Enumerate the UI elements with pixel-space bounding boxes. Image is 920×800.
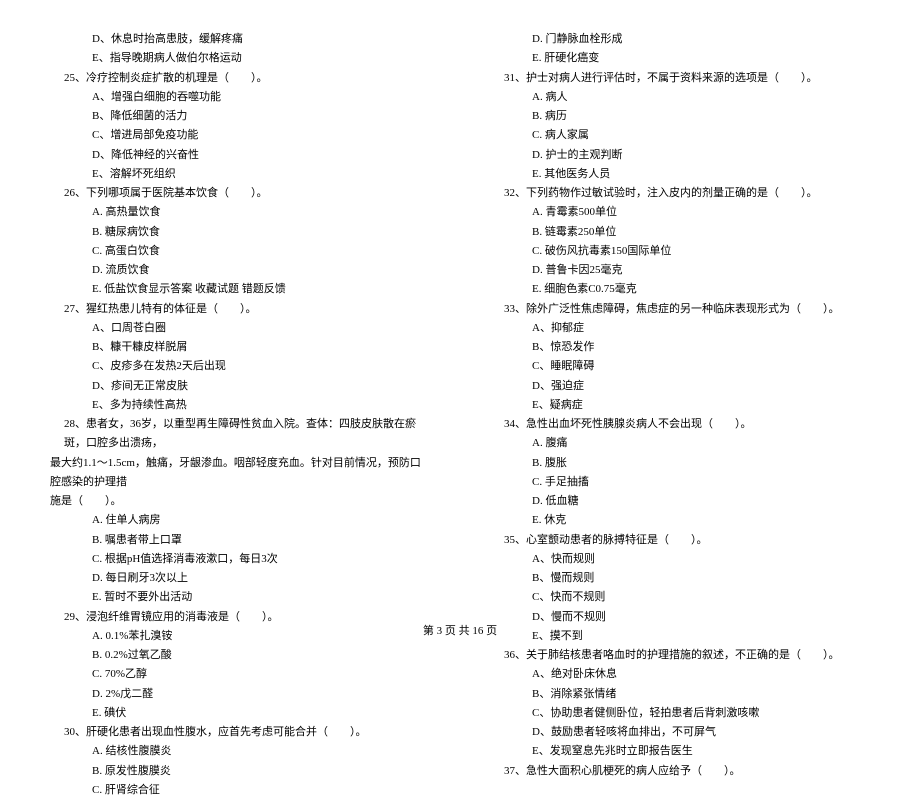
option-text: A、增强白细胞的吞噬功能 xyxy=(50,88,430,107)
option-text: C、增进局部免疫功能 xyxy=(50,126,430,145)
option-text: B. 腹胀 xyxy=(490,454,870,473)
option-text: D. 低血糖 xyxy=(490,492,870,511)
option-text: D. 2%戊二醛 xyxy=(50,685,430,704)
option-text: B、糠干糠皮样脱屑 xyxy=(50,338,430,357)
question-text: 34、急性出血坏死性胰腺炎病人不会出现（ ）。 xyxy=(490,415,870,434)
question-text: 36、关于肺结核患者咯血时的护理措施的叙述，不正确的是（ ）。 xyxy=(490,646,870,665)
option-text: E. 休克 xyxy=(490,511,870,530)
option-text: B、降低细菌的活力 xyxy=(50,107,430,126)
option-text: A. 结核性腹膜炎 xyxy=(50,742,430,761)
option-text: E. 其他医务人员 xyxy=(490,165,870,184)
option-text: E. 细胞色素C0.75毫克 xyxy=(490,280,870,299)
option-text: B. 病历 xyxy=(490,107,870,126)
option-text: B. 糖尿病饮食 xyxy=(50,223,430,242)
option-text: C、皮疹多在发热2天后出现 xyxy=(50,357,430,376)
question-text: 32、下列药物作过敏试验时，注入皮内的剂量正确的是（ ）。 xyxy=(490,184,870,203)
option-text: B. 链霉素250单位 xyxy=(490,223,870,242)
option-text: A. 腹痛 xyxy=(490,434,870,453)
right-column: D. 门静脉血栓形成 E. 肝硬化癌变 31、护士对病人进行评估时，不属于资料来… xyxy=(490,30,870,800)
question-text: 27、猩红热患儿特有的体征是（ ）。 xyxy=(50,300,430,319)
option-text: B. 原发性腹膜炎 xyxy=(50,762,430,781)
option-text: C. 手足抽搐 xyxy=(490,473,870,492)
question-text: 31、护士对病人进行评估时，不属于资料来源的选项是（ ）。 xyxy=(490,69,870,88)
option-text: A. 高热量饮食 xyxy=(50,203,430,222)
option-text: B、惊恐发作 xyxy=(490,338,870,357)
option-text: A. 住单人病房 xyxy=(50,511,430,530)
option-text: D. 护士的主观判断 xyxy=(490,146,870,165)
option-text: E、多为持续性高热 xyxy=(50,396,430,415)
option-text: E. 肝硬化癌变 xyxy=(490,49,870,68)
option-text: C. 70%乙醇 xyxy=(50,665,430,684)
option-text: B、消除紧张情绪 xyxy=(490,685,870,704)
question-text: 28、患者女，36岁，以重型再生障碍性贫血入院。查体：四肢皮肤散在瘀斑，口腔多出… xyxy=(50,415,430,454)
option-text: A、抑郁症 xyxy=(490,319,870,338)
option-text: E、溶解坏死组织 xyxy=(50,165,430,184)
option-text: D、休息时抬高患肢，缓解疼痛 xyxy=(50,30,430,49)
option-text: B. 嘱患者带上口罩 xyxy=(50,531,430,550)
option-text: B. 0.2%过氧乙酸 xyxy=(50,646,430,665)
option-text: E、指导晚期病人做伯尔格运动 xyxy=(50,49,430,68)
option-text: C. 肝肾综合征 xyxy=(50,781,430,800)
option-text: D. 普鲁卡因25毫克 xyxy=(490,261,870,280)
option-text: E. 暂时不要外出活动 xyxy=(50,588,430,607)
option-text: D、鼓励患者轻咳将血排出，不可屏气 xyxy=(490,723,870,742)
option-text: C. 破伤风抗毒素150国际单位 xyxy=(490,242,870,261)
option-text: A. 青霉素500单位 xyxy=(490,203,870,222)
question-text: 26、下列哪项属于医院基本饮食（ ）。 xyxy=(50,184,430,203)
option-text: A、口周苍白圈 xyxy=(50,319,430,338)
option-text: E、发现窒息先兆时立即报告医生 xyxy=(490,742,870,761)
option-text: D. 流质饮食 xyxy=(50,261,430,280)
option-text: E. 碘伏 xyxy=(50,704,430,723)
question-text: 35、心室颤动患者的脉搏特征是（ ）。 xyxy=(490,531,870,550)
page-footer: 第 3 页 共 16 页 xyxy=(0,622,920,638)
option-text: A、绝对卧床休息 xyxy=(490,665,870,684)
question-text: 37、急性大面积心肌梗死的病人应给予（ ）。 xyxy=(490,762,870,781)
option-text: A. 病人 xyxy=(490,88,870,107)
option-text: A、快而规则 xyxy=(490,550,870,569)
option-text: C、协助患者健侧卧位，轻拍患者后背刺激咳嗽 xyxy=(490,704,870,723)
option-text: C. 高蛋白饮食 xyxy=(50,242,430,261)
question-text: 30、肝硬化患者出现血性腹水，应首先考虑可能合并（ ）。 xyxy=(50,723,430,742)
question-text: 25、冷疗控制炎症扩散的机理是（ ）。 xyxy=(50,69,430,88)
question-text: 施是（ ）。 xyxy=(50,492,430,511)
option-text: C. 病人家属 xyxy=(490,126,870,145)
question-text: 33、除外广泛性焦虑障碍，焦虑症的另一种临床表现形式为（ ）。 xyxy=(490,300,870,319)
option-text: E. 低盐饮食显示答案 收藏试题 错题反馈 xyxy=(50,280,430,299)
option-text: D. 每日刷牙3次以上 xyxy=(50,569,430,588)
option-text: D、强迫症 xyxy=(490,377,870,396)
option-text: C. 根据pH值选择消毒液漱口，每日3次 xyxy=(50,550,430,569)
option-text: D、疹间无正常皮肤 xyxy=(50,377,430,396)
question-text: 最大约1.1～1.5cm，触痛，牙龈渗血。咽部轻度充血。针对目前情况，预防口腔感… xyxy=(50,454,430,493)
option-text: E、疑病症 xyxy=(490,396,870,415)
option-text: D. 门静脉血栓形成 xyxy=(490,30,870,49)
option-text: D、降低神经的兴奋性 xyxy=(50,146,430,165)
option-text: C、睡眠障碍 xyxy=(490,357,870,376)
left-column: D、休息时抬高患肢，缓解疼痛 E、指导晚期病人做伯尔格运动 25、冷疗控制炎症扩… xyxy=(50,30,430,800)
option-text: C、快而不规则 xyxy=(490,588,870,607)
option-text: B、慢而规则 xyxy=(490,569,870,588)
